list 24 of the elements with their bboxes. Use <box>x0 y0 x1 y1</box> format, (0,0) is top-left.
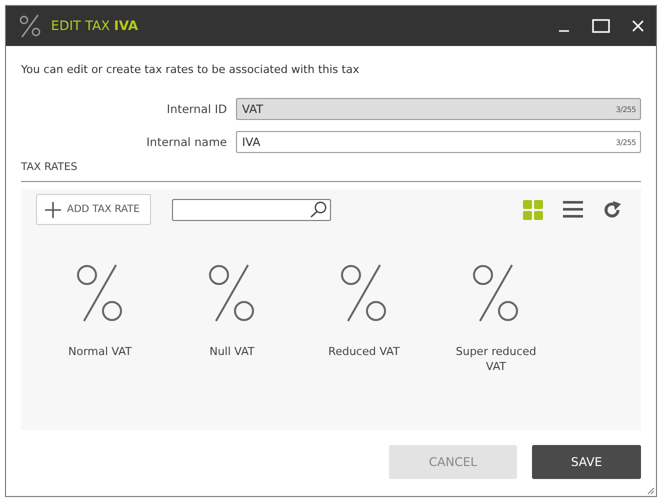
list-view-icon[interactable] <box>563 201 583 218</box>
add-tax-rate-button[interactable]: ADD TAX RATE <box>36 194 151 225</box>
field-label: Internal ID <box>166 102 228 116</box>
percent-icon[interactable] <box>77 264 123 322</box>
tax-rate-name: Super reduced VAT <box>454 344 538 374</box>
tax-rate-name: Normal VAT <box>67 344 133 359</box>
percent-icon[interactable] <box>209 264 255 322</box>
save-button[interactable]: SAVE <box>532 445 641 479</box>
percent-icon[interactable] <box>341 264 387 322</box>
tax-rate-name: Reduced VAT <box>327 344 401 359</box>
refresh-icon[interactable] <box>603 200 622 218</box>
search-icon <box>310 201 327 218</box>
search-field[interactable] <box>172 198 331 220</box>
field-label: Internal name <box>145 135 228 149</box>
plus-icon <box>45 202 61 218</box>
section-title: TAX RATES <box>21 161 78 173</box>
close-icon[interactable] <box>632 20 644 32</box>
maximize-icon[interactable] <box>592 19 610 33</box>
percent-icon <box>19 14 41 38</box>
resize-grip-icon[interactable] <box>647 487 655 495</box>
percent-icon[interactable] <box>473 264 519 322</box>
window-title: EDIT TAX IVA <box>51 18 138 34</box>
description-text: You can edit or create tax rates to be associated with this tax <box>21 63 360 76</box>
tax-rate-name: Null VAT <box>208 344 256 359</box>
